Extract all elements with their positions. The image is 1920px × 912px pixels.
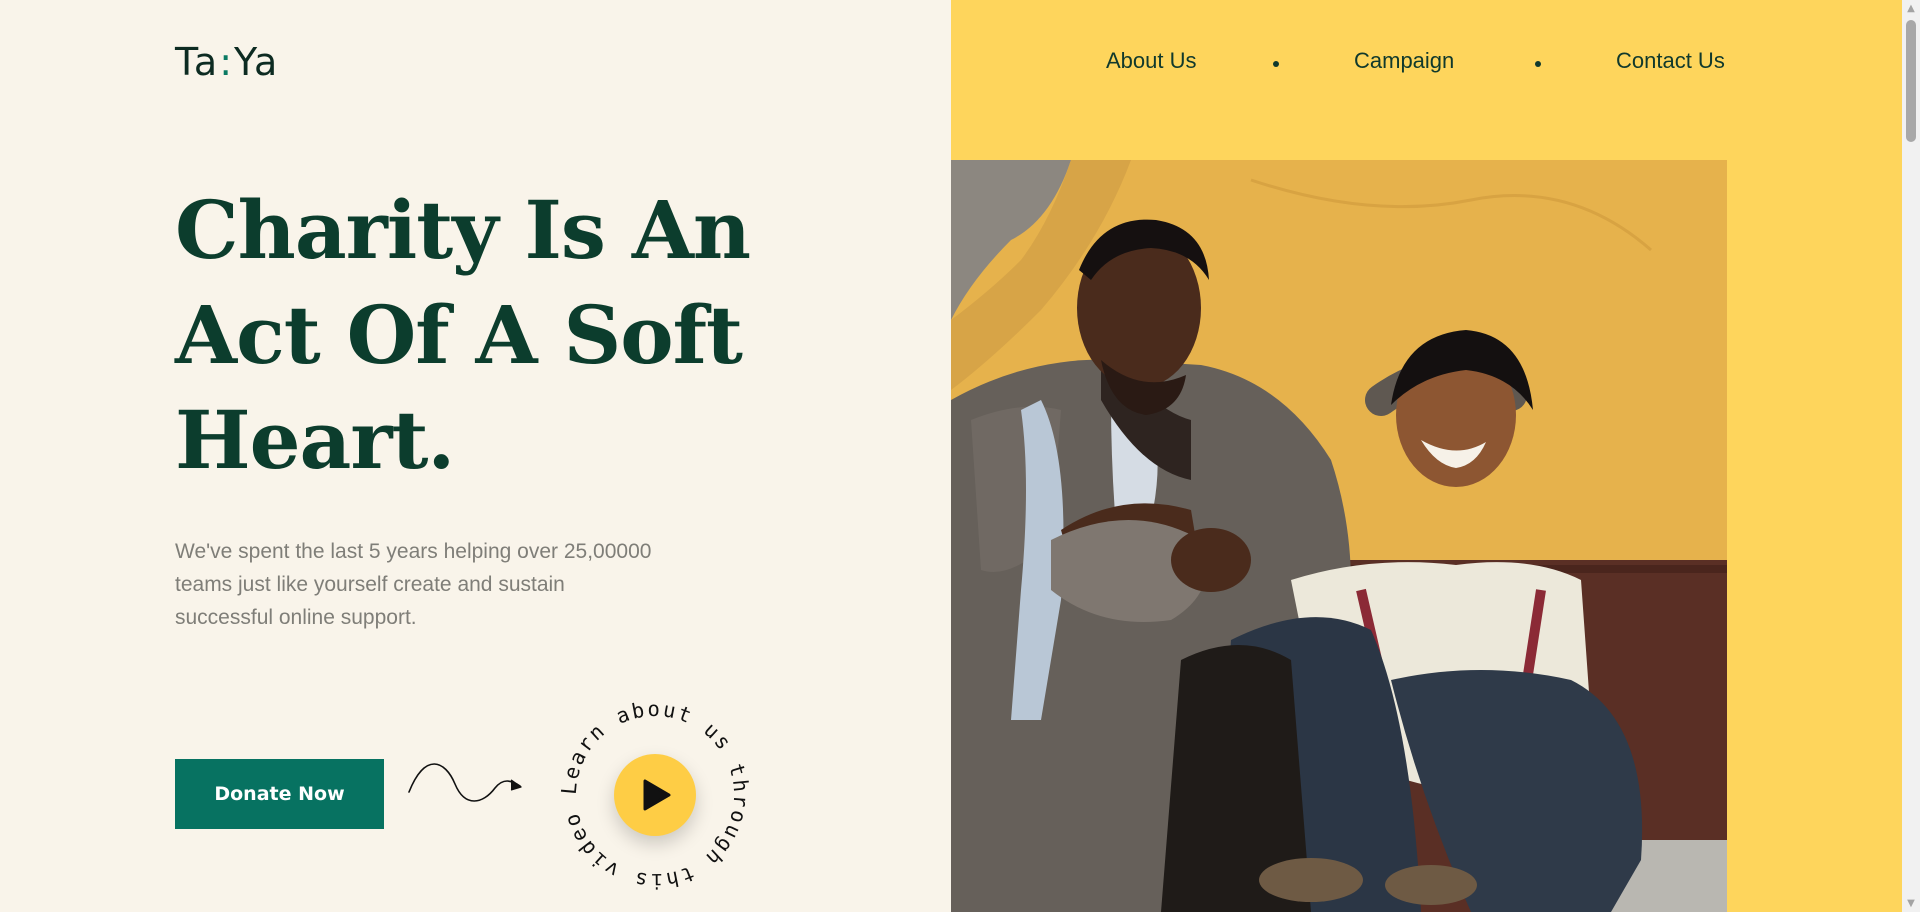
chevron-up-icon[interactable]: ▲ <box>1902 0 1920 17</box>
nav-about-us[interactable]: About Us <box>1106 48 1197 74</box>
hero-title: Charity Is An Act Of A Soft Heart. <box>175 178 751 493</box>
nav-separator-dot <box>1535 61 1541 67</box>
page-scrollbar[interactable]: ▲ ▼ <box>1902 0 1920 912</box>
nav-contact-us[interactable]: Contact Us <box>1616 48 1725 74</box>
play-video-button[interactable] <box>614 754 696 836</box>
hero-subtext: We've spent the last 5 years helping ove… <box>175 535 695 634</box>
squiggle-arrow-icon <box>408 763 522 802</box>
chevron-down-icon[interactable]: ▼ <box>1902 895 1920 912</box>
hero-title-line: Act Of A Soft <box>175 288 743 382</box>
hero-photo <box>951 160 1727 912</box>
nav-separator-dot <box>1273 61 1279 67</box>
hero-photo-illustration <box>951 160 1727 912</box>
hero-subtext-line: successful online support. <box>175 606 417 629</box>
play-icon <box>643 779 671 811</box>
donate-now-button[interactable]: Donate Now <box>175 759 384 829</box>
nav-campaign[interactable]: Campaign <box>1354 48 1454 74</box>
scrollbar-thumb[interactable] <box>1906 20 1916 142</box>
hero-subtext-line: teams just like yourself create and sust… <box>175 573 565 596</box>
hero-title-line: Heart. <box>175 393 455 487</box>
brand-logo-right: Ya <box>234 40 280 84</box>
brand-logo[interactable]: Ta:Ya <box>175 37 279 87</box>
brand-logo-left: Ta <box>175 40 220 84</box>
brand-logo-colon: : <box>219 40 235 84</box>
hero-title-line: Charity Is An <box>175 183 751 277</box>
hero-subtext-line: We've spent the last 5 years helping ove… <box>175 540 652 563</box>
